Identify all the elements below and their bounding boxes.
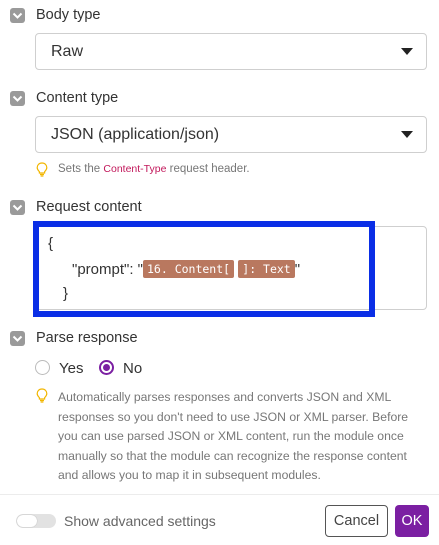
chevron-down-icon [12, 95, 23, 102]
body-type-checkbox[interactable] [10, 8, 25, 23]
advanced-settings-toggle[interactable] [16, 514, 56, 528]
caret-down-icon [401, 131, 413, 138]
hint-suffix: request header. [169, 163, 250, 175]
parse-response-checkbox[interactable] [10, 331, 25, 346]
parse-response-description: Automatically parses responses and conve… [58, 390, 409, 482]
chevron-down-icon [12, 335, 23, 342]
footer-divider [0, 494, 439, 495]
parse-response-label: Parse response [36, 330, 138, 346]
chevron-down-icon [12, 204, 23, 211]
content-type-hint: Sets the Content-Type request header. [36, 162, 250, 177]
caret-down-icon [401, 48, 413, 55]
content-type-checkbox[interactable] [10, 91, 25, 106]
ok-button[interactable]: OK [395, 505, 429, 537]
cancel-button[interactable]: Cancel [325, 505, 388, 537]
request-content-checkbox[interactable] [10, 200, 25, 215]
content-type-select[interactable]: JSON (application/json) [35, 116, 427, 153]
body-type-select[interactable]: Raw [35, 33, 427, 70]
content-type-value: JSON (application/json) [51, 125, 220, 143]
hint-code: Content-Type [103, 163, 167, 175]
radio-no[interactable] [99, 360, 114, 375]
chevron-down-icon [12, 12, 23, 19]
body-type-value: Raw [51, 42, 84, 60]
body-type-label: Body type [36, 7, 101, 23]
radio-yes-label[interactable]: Yes [59, 360, 83, 377]
hint-prefix: Sets the [58, 163, 101, 175]
content-type-label: Content type [36, 90, 119, 106]
request-content-label: Request content [36, 199, 142, 215]
radio-no-label[interactable]: No [123, 360, 142, 377]
highlight-box [33, 221, 375, 317]
radio-yes[interactable] [35, 360, 50, 375]
lightbulb-icon [36, 162, 48, 177]
lightbulb-icon [36, 388, 48, 403]
advanced-settings-label: Show advanced settings [64, 513, 216, 529]
